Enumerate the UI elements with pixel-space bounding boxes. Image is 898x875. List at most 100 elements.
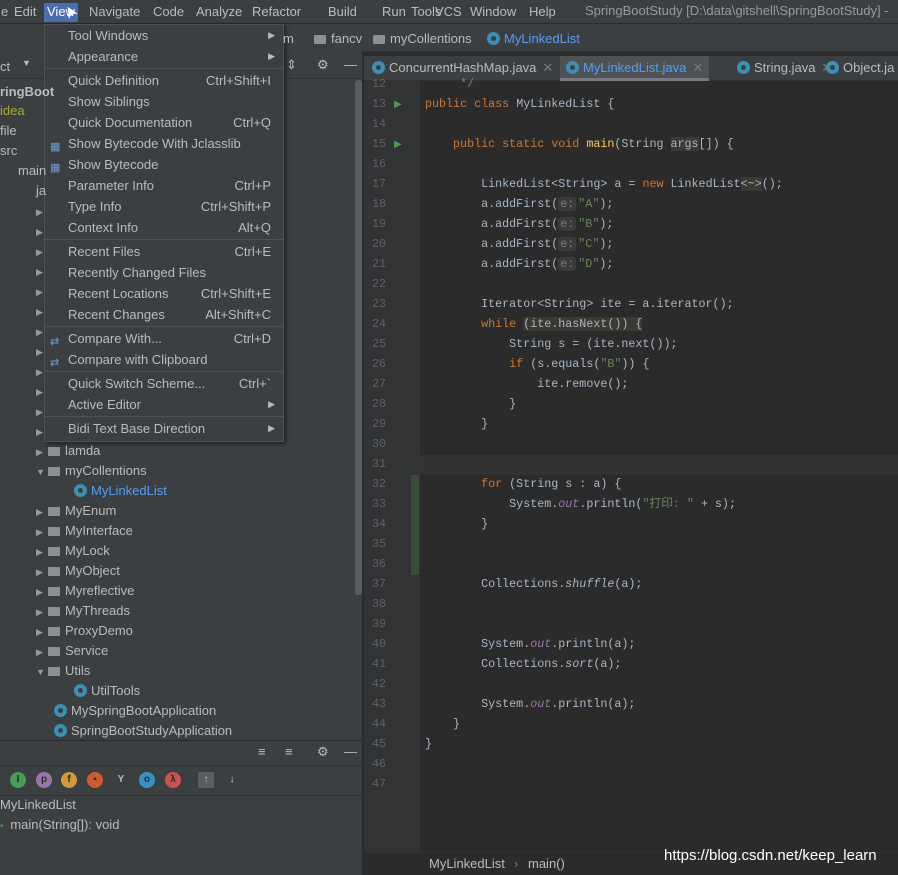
code-line[interactable]: if (s.equals("B")) {: [425, 354, 649, 374]
menu-item-show-bytecode[interactable]: ▦ Show Bytecode: [45, 154, 283, 175]
project-scrollbar[interactable]: [355, 80, 362, 595]
project-view-selector[interactable]: ct: [0, 59, 10, 74]
code-line[interactable]: a.addFirst(e: "A");: [425, 194, 613, 214]
code-line[interactable]: public class MyLinkedList {: [425, 94, 614, 114]
run-icon[interactable]: ▶: [394, 139, 402, 150]
structure-filter-icon[interactable]: ▪: [87, 772, 103, 788]
menu-item-compare-with[interactable]: ⇄ Compare With... Ctrl+D: [45, 328, 283, 349]
structure-class[interactable]: MyLinkedList: [0, 795, 76, 815]
menu-navigate[interactable]: Navigate: [86, 3, 143, 22]
code-line[interactable]: a.addFirst(e: "B");: [425, 214, 613, 234]
tab-mylinkedlist-java[interactable]: MyLinkedList.java ✕: [560, 56, 710, 81]
run-icon[interactable]: ▶: [394, 99, 402, 110]
chevron-right-icon[interactable]: ▶: [36, 522, 48, 542]
chevron-down-icon[interactable]: ▼: [36, 662, 48, 682]
menu-code[interactable]: Code: [150, 3, 187, 22]
tree-item-utiltools[interactable]: UtilTools: [74, 681, 140, 701]
gear-icon[interactable]: ⚙: [317, 744, 329, 760]
code-line[interactable]: String s = (ite.next());: [425, 334, 677, 354]
tree-item[interactable]: src: [0, 141, 17, 161]
minimize-icon[interactable]: —: [344, 744, 357, 759]
chevron-right-icon[interactable]: ▶: [36, 442, 48, 462]
tree-item[interactable]: idea: [0, 101, 25, 121]
menu-edit[interactable]: Edit: [11, 3, 39, 22]
structure-filter-icon[interactable]: λ: [165, 772, 181, 788]
tree-item-myinterface[interactable]: ▶ MyInterface: [36, 521, 133, 541]
code-line[interactable]: public static void main(String args[]) {: [425, 134, 734, 154]
menu-item-compare-with-clipboard[interactable]: ⇄ Compare with Clipboard: [45, 349, 283, 370]
menu-item-bidi-text-base-direction[interactable]: Bidi Text Base Direction ▶: [45, 418, 283, 439]
tree-item-service[interactable]: ▶ Service: [36, 641, 108, 661]
chevron-right-icon[interactable]: ▶: [36, 642, 48, 662]
tree-item-lamda[interactable]: ▶ lamda: [36, 441, 100, 461]
menu-analyze[interactable]: Analyze: [193, 3, 245, 22]
menu-item-recent-locations[interactable]: Recent Locations Ctrl+Shift+E: [45, 283, 283, 304]
code-line[interactable]: }: [425, 414, 488, 434]
code-line[interactable]: }: [425, 714, 460, 734]
code-line[interactable]: while (ite.hasNext()) {: [425, 314, 643, 334]
menu-item-recently-changed-files[interactable]: Recently Changed Files: [45, 262, 283, 283]
menu-item-recent-changes[interactable]: Recent Changes Alt+Shift+C: [45, 304, 283, 325]
structure-filter-icon[interactable]: p: [36, 772, 52, 788]
structure-filter-icon[interactable]: o: [139, 772, 155, 788]
tree-item-utils[interactable]: ▼ Utils: [36, 661, 90, 681]
tree-item-proxydemo[interactable]: ▶ ProxyDemo: [36, 621, 133, 641]
code-line[interactable]: Collections.sort(a);: [425, 654, 621, 674]
close-icon[interactable]: ✕: [692, 60, 703, 75]
menu-item-appearance[interactable]: Appearance ▶: [45, 46, 283, 67]
menu-window[interactable]: Window: [467, 3, 519, 22]
minimize-icon[interactable]: —: [344, 57, 357, 72]
tree-item-myobject[interactable]: ▶ MyObject: [36, 561, 120, 581]
breadcrumb-method[interactable]: main(): [528, 856, 565, 871]
code-line[interactable]: ite.remove();: [425, 374, 628, 394]
code-line[interactable]: Iterator<String> ite = a.iterator();: [425, 294, 734, 314]
chevron-right-icon[interactable]: ▶: [36, 502, 48, 522]
code-line[interactable]: a.addFirst(e: "D");: [425, 254, 613, 274]
menu-run[interactable]: Run: [379, 3, 409, 22]
expand-all-icon[interactable]: ≡: [258, 744, 266, 759]
menu-vcs[interactable]: VCS: [432, 3, 465, 22]
breadcrumb-item[interactable]: myCollentions: [373, 31, 472, 46]
autoscroll-to-source-icon[interactable]: ↑: [198, 772, 214, 788]
tab-object-ja[interactable]: Object.ja: [820, 56, 898, 81]
tree-item-myspringbootapplication[interactable]: MySpringBootApplication: [54, 701, 216, 721]
tree-item-springbootstudyapplication[interactable]: SpringBootStudyApplication: [54, 721, 232, 741]
tree-item[interactable]: file: [0, 121, 17, 141]
chevron-right-icon[interactable]: ▶: [36, 622, 48, 642]
menu-item-context-info[interactable]: Context Info Alt+Q: [45, 217, 283, 238]
menu-e[interactable]: e: [0, 3, 11, 22]
tree-item[interactable]: main: [18, 161, 46, 181]
menu-item-parameter-info[interactable]: Parameter Info Ctrl+P: [45, 175, 283, 196]
menu-item-quick-documentation[interactable]: Quick Documentation Ctrl+Q: [45, 112, 283, 133]
breadcrumb-class[interactable]: MyLinkedList: [429, 856, 505, 871]
menu-refactor[interactable]: Refactor: [249, 3, 304, 22]
chevron-right-icon[interactable]: ▶: [36, 562, 48, 582]
menu-item-show-bytecode-with-jclasslib[interactable]: ▦ Show Bytecode With Jclasslib: [45, 133, 283, 154]
collapse-icon[interactable]: ⇕: [286, 57, 297, 73]
menu-build[interactable]: Build: [325, 3, 360, 22]
chevron-down-icon[interactable]: ▼: [36, 462, 48, 482]
code-line[interactable]: */: [425, 74, 474, 94]
menu-item-recent-files[interactable]: Recent Files Ctrl+E: [45, 241, 283, 262]
code-line[interactable]: System.out.println(a);: [425, 694, 635, 714]
close-icon[interactable]: ✕: [542, 60, 553, 75]
tree-item-mylock[interactable]: ▶ MyLock: [36, 541, 110, 561]
chevron-right-icon[interactable]: ▶: [36, 602, 48, 622]
menu-item-tool-windows[interactable]: Tool Windows ▶: [45, 25, 283, 46]
menu-item-type-info[interactable]: Type Info Ctrl+Shift+P: [45, 196, 283, 217]
tree-item-mythreads[interactable]: ▶ MyThreads: [36, 601, 130, 621]
code-line[interactable]: System.out.println(a);: [425, 634, 635, 654]
structure-filter-icon[interactable]: Y: [113, 772, 129, 788]
autoscroll-from-source-icon[interactable]: ↓: [224, 772, 240, 788]
breadcrumb-item[interactable]: MyLinkedList: [487, 31, 580, 46]
tree-item-myenum[interactable]: ▶ MyEnum: [36, 501, 116, 521]
breadcrumb-item[interactable]: m: [283, 31, 294, 46]
collapse-all-icon[interactable]: ≡: [285, 744, 293, 759]
menu-help[interactable]: Help: [526, 3, 559, 22]
chevron-right-icon[interactable]: ▶: [36, 542, 48, 562]
menu-item-quick-definition[interactable]: Quick Definition Ctrl+Shift+I: [45, 70, 283, 91]
structure-filter-icon[interactable]: I: [10, 772, 26, 788]
code-line[interactable]: }: [425, 734, 432, 754]
breadcrumb-item[interactable]: fancv: [314, 31, 362, 46]
tree-item-mylinkedlist[interactable]: MyLinkedList: [74, 481, 167, 501]
